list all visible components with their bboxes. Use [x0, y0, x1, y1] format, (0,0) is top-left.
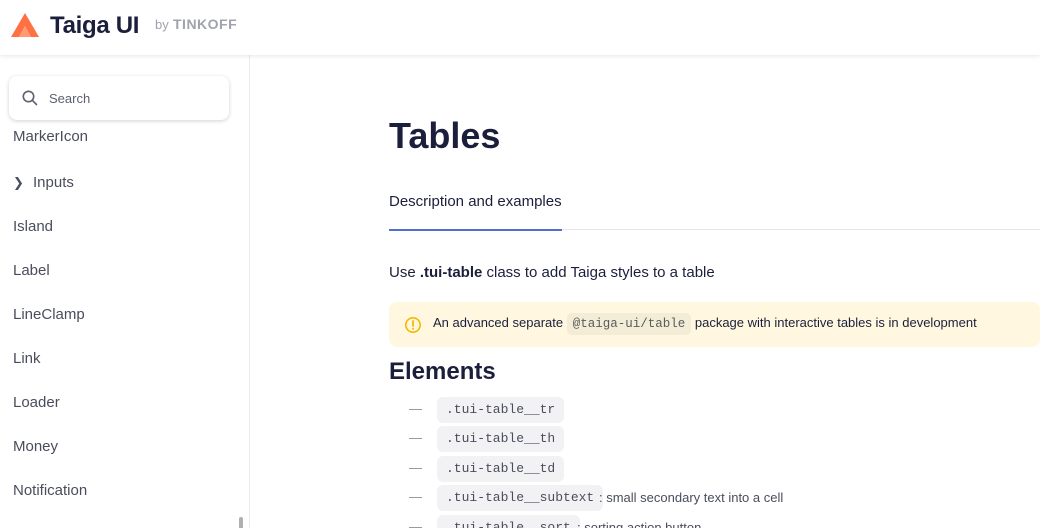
element-code: .tui-table__td [437, 456, 565, 482]
intro-suffix: class to add Taiga styles to a table [482, 264, 715, 281]
intro-class-name: .tui-table [419, 264, 483, 281]
sidebar-item-label: Island [13, 218, 54, 235]
notice-suffix: package with interactive tables is in de… [691, 315, 977, 330]
sidebar-item-label: LineClamp [13, 306, 85, 323]
element-code: .tui-table__subtext [437, 485, 604, 511]
sidebar-item-island[interactable]: Island [13, 218, 53, 235]
sidebar-item-label: Link [13, 350, 41, 367]
intro-prefix: Use [389, 264, 420, 281]
search-icon [22, 90, 38, 106]
sidebar-item-label-component[interactable]: Label [13, 262, 50, 279]
element-description: : small secondary text into a cell [599, 490, 784, 505]
sidebar-item-lineclamp[interactable]: LineClamp [13, 306, 85, 323]
sidebar-item-label: Inputs [33, 174, 74, 191]
page-title: Tables [389, 115, 501, 156]
sidebar-item-label: Money [13, 438, 59, 455]
sidebar-item-label: Notification [13, 482, 88, 499]
sidebar-item-label: MarkerIcon [13, 128, 89, 145]
list-dash: — [409, 519, 422, 528]
list-dash: — [409, 489, 422, 504]
warning-icon [405, 317, 421, 333]
brand-name[interactable]: Taiga UI [50, 12, 139, 40]
sidebar-item-inputs[interactable]: ❯ Inputs [13, 174, 74, 191]
chevron-right-icon: ❯ [13, 175, 24, 190]
sidebar-item-loader[interactable]: Loader [13, 394, 60, 411]
notice-text: An advanced separate @taiga-ui/table pac… [433, 313, 977, 335]
element-code: .tui-table__th [437, 426, 565, 452]
sidebar-item-label: Label [13, 262, 50, 279]
sidebar-item-notification[interactable]: Notification [13, 482, 87, 499]
sidebar-item-label: Loader [13, 394, 60, 411]
element-code: .tui-table__tr [437, 397, 565, 423]
elements-heading: Elements [389, 358, 496, 385]
brand-by: by [155, 17, 169, 32]
main-content: Tables Description and examples Use .tui… [250, 55, 1040, 528]
sidebar-item-link[interactable]: Link [13, 350, 41, 367]
development-notice: An advanced separate @taiga-ui/table pac… [389, 302, 1040, 347]
search-box[interactable] [9, 76, 229, 120]
sidebar-item-markericon[interactable]: MarkerIcon [13, 128, 88, 145]
taiga-logo-icon[interactable] [10, 12, 40, 38]
list-dash: — [409, 430, 422, 445]
element-description: : sorting action button [577, 520, 702, 528]
brand-company: TINKOFF [173, 16, 238, 32]
sidebar: MarkerIcon ❯ Inputs Island Label LineClam… [0, 55, 250, 528]
notice-prefix: An advanced separate [433, 315, 567, 330]
list-dash: — [409, 460, 422, 475]
sidebar-item-money[interactable]: Money [13, 438, 58, 455]
intro-text: Use .tui-table class to add Taiga styles… [389, 264, 715, 281]
notice-package-code: @taiga-ui/table [566, 313, 692, 335]
tab-description-and-examples[interactable]: Description and examples [389, 193, 562, 231]
search-input[interactable] [49, 88, 219, 108]
element-code: .tui-table__sort [437, 515, 580, 528]
sidebar-scrollbar[interactable] [239, 517, 243, 528]
top-header: Taiga UI by TINKOFF [0, 0, 1040, 55]
tab-bar: Description and examples [389, 187, 1040, 231]
list-dash: — [409, 401, 422, 416]
